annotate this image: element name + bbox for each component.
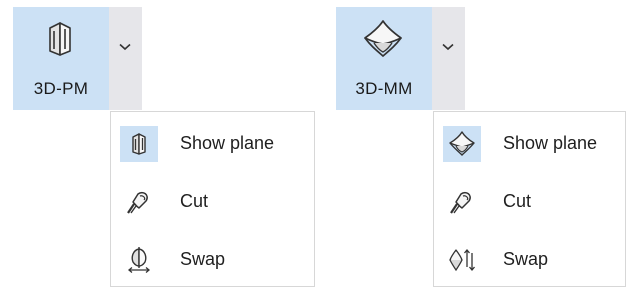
- chevron-down-icon: [119, 43, 131, 51]
- 3d-pm-dropdown-arrow[interactable]: [109, 7, 142, 110]
- 3d-pm-menu: Show plane Cut Swap: [110, 111, 315, 287]
- menu-item-label: Cut: [180, 191, 209, 211]
- menu-item-label: Swap: [180, 249, 226, 269]
- show-plane-icon: [132, 133, 146, 155]
- menu-item-show-plane[interactable]: Show plane: [111, 120, 314, 168]
- 3d-pm-button[interactable]: 3D-PM: [13, 7, 109, 110]
- chevron-down-icon: [442, 43, 454, 51]
- menu-item-cut[interactable]: Cut: [434, 178, 625, 226]
- menu-item-cut[interactable]: Cut: [111, 178, 314, 226]
- menu-item-label: Show plane: [180, 133, 275, 153]
- 3d-pm-plane-icon: [49, 22, 71, 56]
- 3d-mm-menu: Show plane Cut Swap: [433, 111, 626, 287]
- swap-icon: [449, 248, 475, 272]
- 3d-mm-button[interactable]: 3D-MM: [336, 7, 432, 110]
- 3d-pm-label: 3D-PM: [33, 79, 89, 98]
- cut-icon: [450, 191, 471, 214]
- cut-icon: [127, 191, 148, 214]
- 3d-mm-surface-icon: [364, 20, 402, 58]
- menu-item-swap[interactable]: Swap: [434, 236, 625, 284]
- menu-item-swap[interactable]: Swap: [111, 236, 314, 284]
- 3d-mm-label: 3D-MM: [355, 79, 413, 98]
- menu-item-label: Show plane: [503, 133, 598, 153]
- swap-icon: [127, 247, 151, 273]
- 3d-mm-dropdown-arrow[interactable]: [432, 7, 465, 110]
- show-surface-icon: [449, 131, 475, 156]
- menu-item-label: Swap: [503, 249, 549, 269]
- menu-item-label: Cut: [503, 191, 532, 211]
- menu-item-show-plane[interactable]: Show plane: [434, 120, 625, 168]
